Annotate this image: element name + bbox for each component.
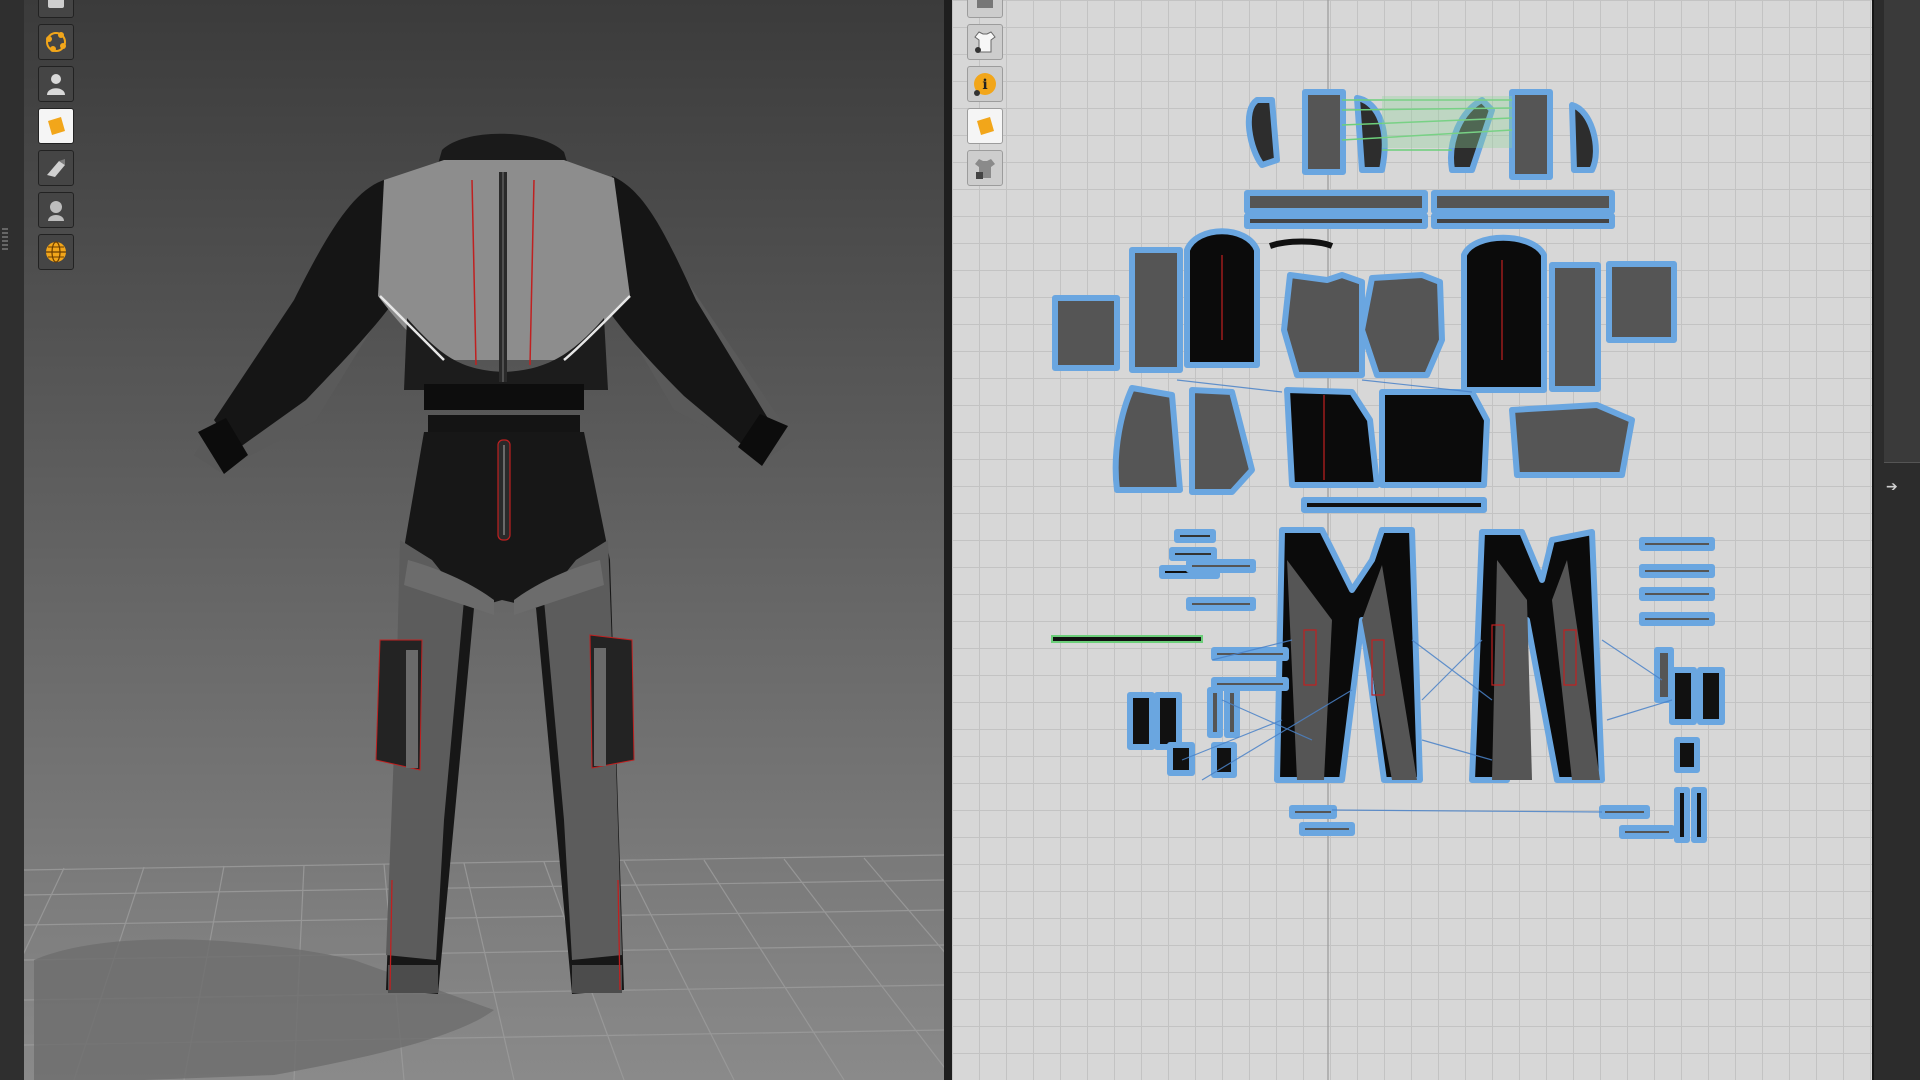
pattern-sleeve-cuff-left[interactable] — [1052, 295, 1120, 371]
pattern-sleeve-right[interactable] — [1461, 234, 1547, 393]
dock-grip-handle[interactable] — [2, 228, 8, 250]
viewport-splitter[interactable] — [944, 0, 952, 1080]
pattern-back-body[interactable] — [1379, 389, 1490, 488]
garment-visibility-icon[interactable] — [967, 24, 1003, 60]
pattern-canvas — [1051, 0, 1725, 1080]
pattern-sleeve-cuff-right[interactable] — [1606, 261, 1677, 343]
right-dock-panel: ➔ — [1872, 0, 1920, 1080]
toolbar-2d: i — [967, 0, 1003, 186]
property-editor-tab[interactable] — [1884, 0, 1920, 463]
garment-3d[interactable] — [194, 133, 794, 994]
fabric-render-icon[interactable] — [38, 150, 74, 186]
toolbar-3d — [38, 0, 74, 270]
pattern-waistband-right[interactable] — [1431, 190, 1615, 214]
texture-icon[interactable] — [967, 108, 1003, 144]
expand-arrow-icon[interactable]: ➔ — [1886, 478, 1904, 496]
pattern-sleeve-panel-right[interactable] — [1549, 262, 1601, 392]
info-icon[interactable]: i — [967, 66, 1003, 102]
viewport-3d[interactable] — [24, 0, 944, 1080]
pattern-back-yoke[interactable] — [1359, 272, 1445, 378]
pattern-hem-band[interactable] — [1509, 402, 1635, 478]
lock-garment-icon[interactable] — [967, 150, 1003, 186]
pattern-side-panel-right[interactable] — [1189, 387, 1255, 495]
pattern-front-body[interactable] — [1284, 387, 1380, 488]
pattern-pocket-right[interactable] — [1669, 667, 1697, 725]
pattern-waistband-left[interactable] — [1244, 190, 1428, 214]
pattern-side-panel-left[interactable] — [1112, 385, 1183, 493]
left-dock-strip — [0, 0, 25, 1080]
point-cloud-icon[interactable] — [38, 24, 74, 60]
globe-icon[interactable] — [38, 234, 74, 270]
pattern-pocket-left[interactable] — [1127, 692, 1155, 750]
pattern-pocket-flap-1[interactable] — [1174, 529, 1216, 543]
texture-icon[interactable] — [38, 108, 74, 144]
pattern-selected-strip[interactable] — [1051, 635, 1203, 643]
view-toggle-icon[interactable] — [967, 0, 1003, 18]
avatar-icon[interactable] — [38, 0, 74, 18]
jacket-waistband — [424, 384, 584, 410]
avatar-display-icon[interactable] — [38, 66, 74, 102]
pattern-front-yoke[interactable] — [1281, 272, 1365, 378]
avatar-silhouette-icon[interactable] — [38, 192, 74, 228]
viewport-2d-pattern[interactable]: i — [952, 0, 1872, 1080]
pattern-sleeve-panel-left[interactable] — [1129, 247, 1183, 373]
3d-scene — [24, 133, 944, 1080]
clo-workspace: i ➔ — [0, 0, 1920, 1080]
svg-text:i: i — [982, 77, 987, 93]
